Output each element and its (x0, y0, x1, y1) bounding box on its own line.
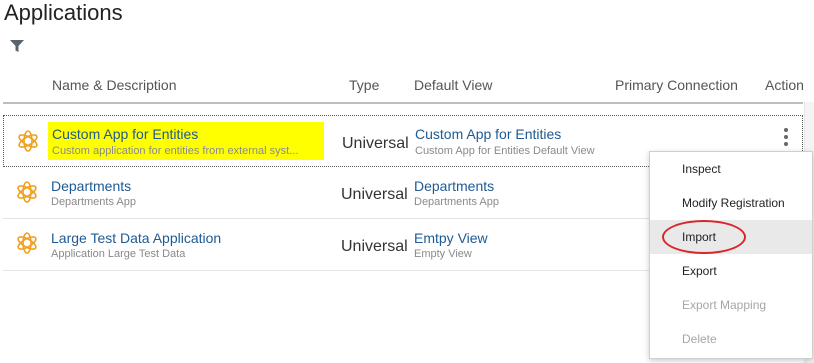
column-header-name[interactable]: Name & Description (52, 77, 177, 93)
default-view-link[interactable]: Custom App for Entities (415, 126, 561, 142)
app-name-link[interactable]: Large Test Data Application (51, 230, 221, 246)
column-header-action: Action (765, 77, 804, 93)
application-icon (18, 130, 38, 152)
app-name-link[interactable]: Departments (51, 178, 131, 194)
default-view-description: Departments App (414, 196, 499, 208)
column-header-default-view[interactable]: Default View (414, 77, 492, 93)
filter-icon[interactable] (9, 38, 25, 54)
menu-item-modify-registration[interactable]: Modify Registration (650, 186, 812, 220)
menu-item-export-mapping: Export Mapping (682, 298, 767, 312)
application-icon (17, 181, 37, 203)
menu-item-inspect[interactable]: Inspect (650, 152, 812, 186)
app-description: Application Large Test Data (51, 248, 186, 260)
default-view-link[interactable]: Emtpy View (414, 230, 488, 246)
app-type: Universal (341, 238, 408, 255)
annotation-circle (662, 220, 746, 254)
column-header-type[interactable]: Type (349, 77, 379, 93)
row-actions-kebab-icon[interactable] (780, 128, 792, 150)
default-view-link[interactable]: Departments (414, 178, 494, 194)
app-name-link[interactable]: Custom App for Entities (52, 126, 198, 142)
app-type: Universal (342, 135, 409, 152)
app-description: Custom application for entities from ext… (52, 145, 299, 157)
column-header-primary-connection[interactable]: Primary Connection (615, 77, 738, 93)
page-title: Applications (4, 0, 123, 25)
default-view-description: Empty View (414, 248, 472, 260)
application-icon (17, 232, 37, 254)
menu-item-delete: Delete (682, 332, 717, 346)
app-type: Universal (341, 186, 408, 203)
row-action-menu: Inspect Modify Registration Import Expor… (649, 151, 813, 359)
app-description: Departments App (51, 196, 136, 208)
default-view-description: Custom App for Entities Default View (415, 145, 595, 157)
menu-item-export[interactable]: Export (650, 254, 812, 288)
header-divider (3, 102, 803, 104)
